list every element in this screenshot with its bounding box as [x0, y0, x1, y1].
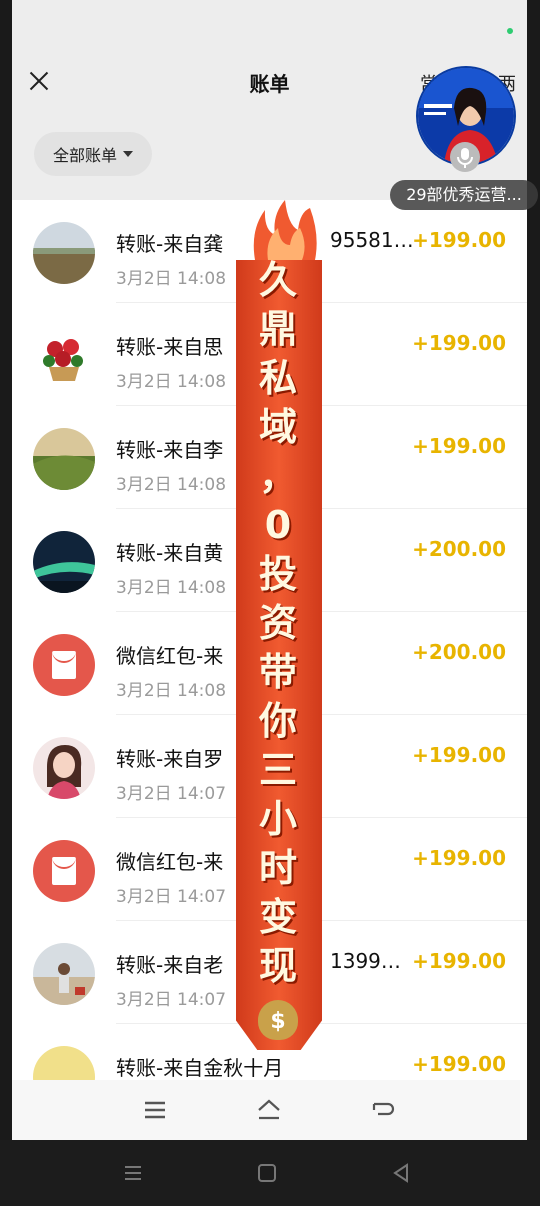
banner-char: 变: [258, 895, 297, 939]
transaction-name-tail: 1399…: [330, 949, 401, 973]
banner-char: 域: [258, 405, 297, 449]
transaction-amount: +199.00: [412, 846, 506, 870]
transaction-name: 微信红包-来: [116, 644, 224, 668]
transaction-amount: +199.00: [412, 434, 506, 458]
transaction-amount: +199.00: [412, 949, 506, 973]
banner-char: 你: [258, 699, 297, 743]
money-bag-icon: $: [258, 1000, 298, 1040]
caret-down-icon: [123, 151, 133, 157]
home-icon[interactable]: [256, 1098, 282, 1122]
transaction-amount: +199.00: [412, 1052, 506, 1076]
microphone-icon[interactable]: [450, 142, 480, 172]
transaction-name: 转账-来自思: [116, 335, 224, 359]
live-stream-label[interactable]: 29部优秀运营...: [390, 180, 538, 210]
banner-char: 三: [258, 748, 297, 792]
banner-char: 久: [258, 258, 297, 302]
status-indicator: [507, 28, 513, 34]
avatar: [33, 531, 95, 593]
flame-icon: [253, 200, 317, 260]
banner-char: ，: [258, 454, 297, 498]
banner-char: 0: [264, 503, 292, 547]
transaction-name-tail: 95581…: [330, 228, 414, 252]
transaction-name: 转账-来自罗: [116, 747, 224, 771]
avatar: [33, 428, 95, 490]
transaction-time: 3月2日 14:08: [116, 372, 227, 392]
transaction-amount: +199.00: [412, 331, 506, 355]
transaction-amount: +200.00: [412, 537, 506, 561]
red-packet-icon: [33, 840, 95, 902]
avatar: [33, 325, 95, 387]
banner-char: 投: [258, 552, 297, 596]
back-icon[interactable]: [370, 1098, 396, 1122]
banner-char: 现: [258, 944, 297, 988]
transaction-time: 3月2日 14:07: [116, 887, 227, 907]
avatar: [33, 737, 95, 799]
system-nav-bar: [0, 1140, 540, 1206]
banner-char: 私: [258, 356, 297, 400]
money-symbol: $: [270, 1009, 286, 1034]
transaction-name: 转账-来自老: [116, 953, 224, 977]
transaction-name: 微信红包-来: [116, 850, 224, 874]
in-app-nav-bar: [12, 1080, 527, 1140]
banner-char: 时: [258, 846, 297, 890]
promo-banner-text: 久鼎私域 ， 0 投资带你三小时变现: [240, 256, 316, 991]
avatar: [33, 222, 95, 284]
banner-char: 带: [258, 650, 297, 694]
avatar: [33, 943, 95, 1005]
banner-char: 鼎: [258, 307, 297, 351]
transaction-time: 3月2日 14:07: [116, 990, 227, 1010]
transaction-amount: +199.00: [412, 228, 506, 252]
filter-label: 全部账单: [52, 146, 117, 165]
menu-icon[interactable]: [142, 1098, 168, 1122]
transaction-name: 转账-来自龚: [116, 232, 224, 256]
transaction-amount: +199.00: [412, 743, 506, 767]
transaction-time: 3月2日 14:08: [116, 475, 227, 495]
transaction-time: 3月2日 14:07: [116, 784, 227, 804]
banner-char: 小: [258, 797, 297, 841]
menu-icon[interactable]: [122, 1162, 144, 1184]
square-icon[interactable]: [256, 1162, 278, 1184]
avatar: [33, 1046, 95, 1080]
transaction-time: 3月2日 14:08: [116, 269, 227, 289]
transaction-time: 3月2日 14:08: [116, 578, 227, 598]
transaction-name: 转账-来自黄: [116, 541, 224, 565]
red-packet-icon: [33, 634, 95, 696]
transaction-time: 3月2日 14:08: [116, 681, 227, 701]
transaction-name: 转账-来自李: [116, 438, 224, 462]
banner-char: 资: [258, 601, 297, 645]
triangle-back-icon[interactable]: [390, 1162, 412, 1184]
filter-dropdown-button[interactable]: 全部账单: [34, 132, 152, 176]
transaction-amount: +200.00: [412, 640, 506, 664]
transaction-name: 转账-来自金秋十月: [116, 1056, 284, 1080]
